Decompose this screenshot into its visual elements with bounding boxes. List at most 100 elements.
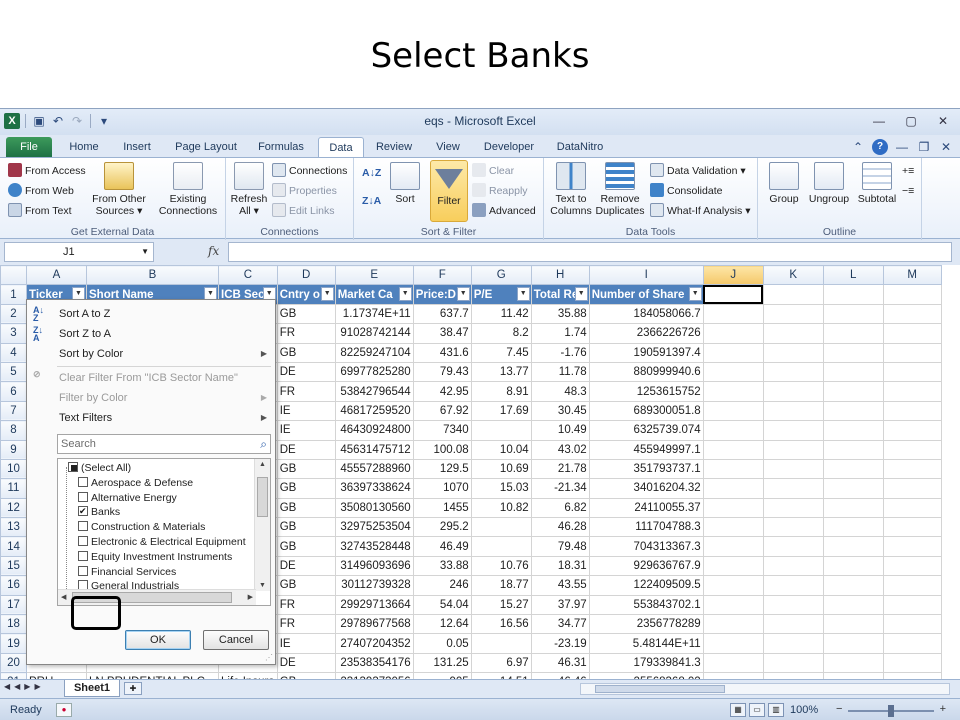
row-header[interactable]: 15 — [0, 555, 27, 577]
cell[interactable]: 8.91 — [470, 381, 532, 402]
cell[interactable] — [762, 361, 824, 383]
cell[interactable]: 43.02 — [530, 439, 590, 460]
row-header[interactable]: 8 — [0, 420, 27, 441]
cell[interactable] — [470, 517, 532, 538]
filter-header-cell[interactable]: Price:D ▼ — [412, 284, 472, 305]
cell[interactable]: 2356778289 — [588, 614, 704, 635]
cell[interactable] — [702, 303, 764, 325]
filter-header-cell[interactable]: Cntry o ▼ — [276, 284, 336, 305]
chevron-down-icon[interactable]: ▼ — [141, 243, 149, 261]
filter-list-item[interactable]: Alternative Energy — [78, 491, 177, 506]
column-header[interactable]: H — [530, 265, 590, 286]
checkbox[interactable] — [78, 476, 88, 487]
row-header[interactable]: 12 — [0, 497, 27, 519]
cell[interactable]: FR — [276, 594, 336, 616]
scroll-down-icon[interactable]: ▼ — [259, 582, 266, 589]
cell[interactable]: DE — [276, 439, 336, 460]
row-header[interactable]: 9 — [0, 439, 27, 460]
list-vertical-scrollbar[interactable]: ▲ ▼ — [254, 459, 270, 591]
cell[interactable] — [822, 594, 884, 616]
cell[interactable]: 54.04 — [412, 594, 472, 616]
tab-view[interactable]: View — [426, 137, 470, 157]
checkbox[interactable] — [78, 521, 88, 532]
scroll-thumb[interactable] — [595, 685, 725, 693]
row-header[interactable]: 2 — [0, 303, 27, 325]
cell[interactable] — [702, 323, 764, 344]
cell[interactable]: 24110055.37 — [588, 497, 704, 519]
cell[interactable]: 295.2 — [412, 517, 472, 538]
cell[interactable]: 82259247104 — [334, 342, 414, 363]
tab-home[interactable]: Home — [60, 137, 108, 157]
column-header[interactable]: B — [86, 265, 219, 286]
from-web-button[interactable]: From Web — [8, 182, 74, 200]
cell[interactable]: 12.64 — [412, 614, 472, 635]
scroll-thumb[interactable] — [257, 477, 268, 517]
scroll-up-icon[interactable]: ▲ — [259, 461, 266, 468]
row-header[interactable]: 10 — [0, 458, 27, 480]
cell[interactable] — [470, 536, 532, 557]
cell[interactable]: 30.45 — [530, 400, 590, 422]
column-header[interactable]: K — [762, 265, 824, 286]
zoom-in-icon[interactable]: + — [940, 703, 946, 715]
checkbox[interactable] — [68, 462, 78, 472]
cell[interactable] — [882, 536, 942, 557]
cell[interactable] — [762, 284, 824, 305]
cell[interactable]: 31496093696 — [334, 555, 414, 577]
cancel-button[interactable]: Cancel — [203, 630, 269, 650]
cell[interactable]: 32975253504 — [334, 517, 414, 538]
cell[interactable]: 1.74 — [530, 323, 590, 344]
cell[interactable] — [762, 536, 824, 557]
zoom-slider[interactable]: − + — [836, 703, 946, 717]
cell[interactable]: 23538354176 — [334, 652, 414, 674]
cell[interactable]: 1253615752 — [588, 381, 704, 402]
resize-grip-icon[interactable]: ⋰ — [265, 653, 273, 662]
cell[interactable] — [822, 323, 884, 344]
cell[interactable]: 455949997.1 — [588, 439, 704, 460]
cell[interactable] — [762, 458, 824, 480]
cell[interactable]: 29929713664 — [334, 594, 414, 616]
cell[interactable] — [822, 420, 884, 441]
sort-az-button[interactable]: A↓Z — [362, 164, 381, 182]
cell[interactable]: 13.77 — [470, 361, 532, 383]
reapply-button[interactable]: Reapply — [472, 182, 528, 200]
cell[interactable] — [702, 361, 764, 383]
cell[interactable] — [822, 478, 884, 499]
sort-by-color-item[interactable]: Sort by Color ▶ — [27, 344, 275, 364]
row-header[interactable]: 3 — [0, 323, 27, 344]
hide-detail-icon[interactable]: −≡ — [902, 182, 914, 200]
cell[interactable] — [882, 400, 942, 422]
cell[interactable] — [702, 420, 764, 441]
checkbox[interactable] — [78, 536, 88, 546]
filter-list-item[interactable]: Construction & Materials — [78, 520, 205, 535]
cell[interactable]: 21.78 — [530, 458, 590, 480]
filter-dropdown-arrow-icon[interactable]: ▼ — [398, 287, 412, 302]
cell[interactable]: -21.34 — [530, 478, 590, 499]
cell[interactable] — [762, 594, 824, 616]
cell[interactable]: -23.19 — [530, 633, 590, 654]
row-header[interactable]: 18 — [0, 614, 27, 635]
row-header[interactable]: 7 — [0, 400, 27, 422]
data-validation-button[interactable]: Data Validation ▾ — [650, 162, 746, 180]
sort-za-button[interactable]: Z↓A — [362, 192, 381, 210]
cell[interactable]: 7.45 — [470, 342, 532, 363]
minimize-icon[interactable]: — — [870, 113, 888, 129]
cell[interactable]: 553843702.1 — [588, 594, 704, 616]
filter-header-cell[interactable]: P/E ▼ — [470, 284, 532, 305]
cell[interactable] — [762, 323, 824, 344]
cell[interactable] — [882, 381, 942, 402]
cell[interactable] — [702, 555, 764, 577]
cell[interactable]: 42.95 — [412, 381, 472, 402]
cell[interactable] — [822, 517, 884, 538]
filter-by-color-item[interactable]: Filter by Color ▶ — [27, 388, 275, 408]
cell[interactable] — [822, 400, 884, 422]
filter-list-item[interactable]: Equity Investment Instruments — [78, 550, 232, 565]
column-header[interactable]: M — [882, 265, 942, 286]
filter-header-cell[interactable]: Number of Share ▼ — [588, 284, 704, 305]
sort-button[interactable]: Sort — [388, 162, 422, 205]
scroll-right-icon[interactable]: ▶ — [248, 593, 253, 601]
cell[interactable]: 53842796544 — [334, 381, 414, 402]
from-other-sources-button[interactable]: From Other Sources ▾ — [88, 162, 150, 217]
text-filters-item[interactable]: Text Filters ▶ — [27, 408, 275, 428]
column-header[interactable]: L — [822, 265, 884, 286]
zoom-level[interactable]: 100% — [790, 704, 818, 716]
